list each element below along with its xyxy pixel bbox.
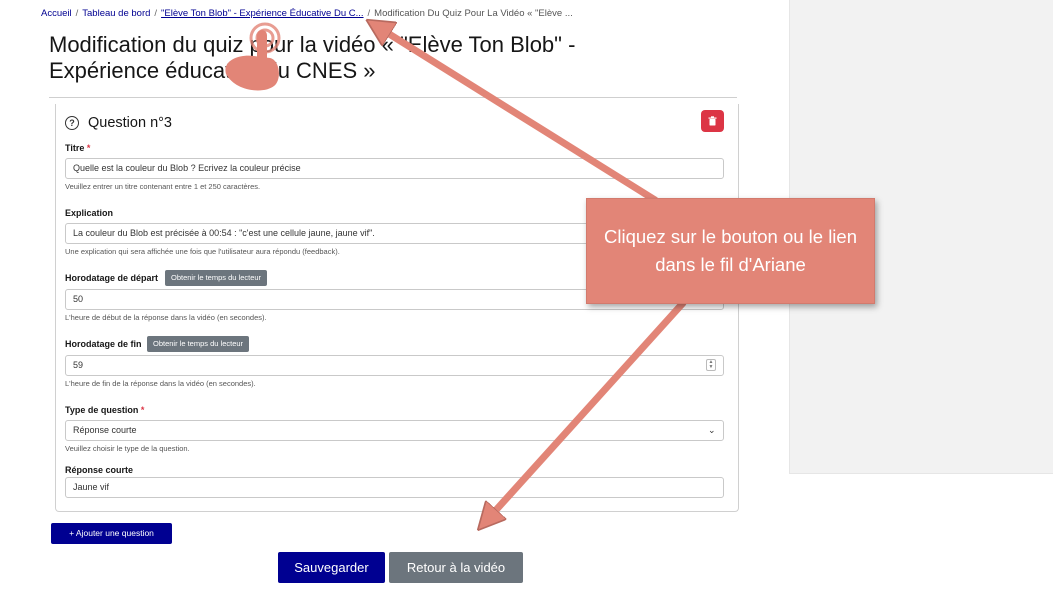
title-help: Veuillez entrer un titre contenant entre… [65,182,261,191]
start-time-label: Horodatage de départ [65,273,159,283]
end-get-player-time-button[interactable]: Obtenir le temps du lecteur [147,336,250,352]
breadcrumb-home-link[interactable]: Accueil [41,8,72,19]
start-get-player-time-button[interactable]: Obtenir le temps du lecteur [165,270,268,286]
number-spinner[interactable]: ▲ ▼ [706,359,716,371]
question-type-help: Veuillez choisir le type de la question. [65,444,190,453]
breadcrumb-dashboard-link[interactable]: Tableau de bord [82,8,150,19]
tutorial-callout: Cliquez sur le bouton ou le lien dans le… [586,198,875,304]
end-time-label: Horodatage de fin [65,339,142,349]
question-header: ? Question n°3 [65,114,172,132]
question-heading: Question n°3 [88,115,172,131]
short-answer-input[interactable]: Jaune vif [65,477,724,498]
breadcrumb-video-link[interactable]: "Elève Ton Blob" - Expérience Éducative … [161,8,363,19]
delete-question-button[interactable] [701,110,724,132]
explanation-help: Une explication qui sera affichée une fo… [65,247,340,256]
back-to-video-button[interactable]: Retour à la vidéo [389,552,523,583]
trash-icon [708,116,717,126]
end-time-input[interactable]: 59 [65,355,724,376]
breadcrumb-current: Modification Du Quiz Pour La Vidéo « "El… [374,8,573,19]
explanation-label: Explication [65,208,114,218]
title-input[interactable]: Quelle est la couleur du Blob ? Ecrivez … [65,158,724,179]
page-title: Modification du quiz pour la vidéo « "El… [49,32,576,83]
short-answer-label: Réponse courte [65,465,134,475]
start-time-help: L'heure de début de la réponse dans la v… [65,313,267,322]
question-type-select[interactable]: Réponse courte [65,420,724,441]
title-label: Titre * [65,143,91,153]
breadcrumb: Accueil / Tableau de bord / "Elève Ton Blob"… [41,8,573,19]
end-time-help: L'heure de fin de la réponse dans la vid… [65,379,256,388]
save-button[interactable]: Sauvegarder [278,552,385,583]
question-circle-icon: ? [65,116,79,130]
title-divider [49,97,737,98]
chevron-down-icon: ⌄ [708,425,716,435]
add-question-button[interactable]: + Ajouter une question [51,523,172,544]
question-type-label: Type de question * [65,405,145,415]
